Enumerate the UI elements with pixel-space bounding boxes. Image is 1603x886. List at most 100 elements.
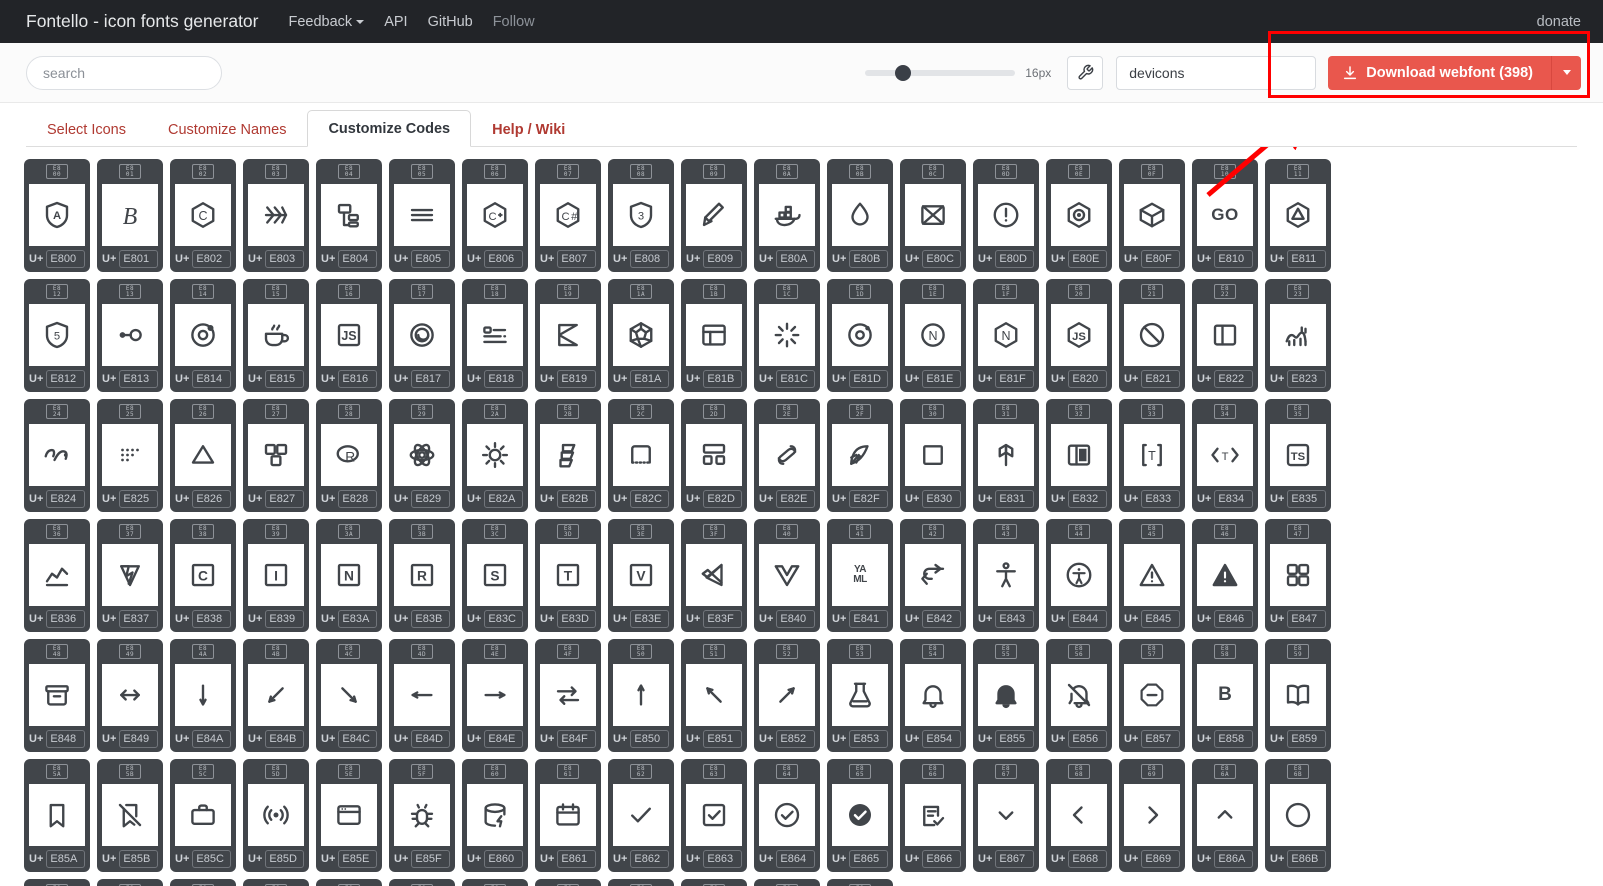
icon-tile[interactable]: E8 2F U+ [827,399,893,512]
icon-code-input[interactable] [995,730,1034,748]
icon-code-input[interactable] [265,850,304,868]
icon-code-input[interactable] [922,730,961,748]
icon-tile[interactable]: E86CU+ [24,879,90,886]
icon-tile[interactable]: E8 66 U+ [900,759,966,872]
icon-tile[interactable]: E8 3E V U+ [608,519,674,632]
font-name-input[interactable] [1116,55,1317,90]
icon-tile[interactable]: E8 50 U+ [608,639,674,752]
icon-code-input[interactable] [922,610,961,628]
icon-tile[interactable]: E8 3C S U+ [462,519,528,632]
icon-code-input[interactable] [849,370,888,388]
icon-code-input[interactable] [557,610,596,628]
icon-tile[interactable]: E872U+ [462,879,528,886]
icon-tile[interactable]: E8 2E U+ [754,399,820,512]
icon-tile[interactable]: E8 51 U+ [681,639,747,752]
icon-tile[interactable]: E8 54 U+ [900,639,966,752]
icon-tile[interactable]: E8 43 U+ [973,519,1039,632]
icon-code-input[interactable] [119,610,158,628]
icon-code-input[interactable] [411,370,450,388]
icon-code-input[interactable] [557,250,596,268]
icon-code-input[interactable] [338,250,377,268]
icon-tile[interactable]: E8 39 I U+ [243,519,309,632]
icon-code-input[interactable] [484,610,523,628]
icon-tile[interactable]: E8 59 U+ [1265,639,1331,752]
icon-code-input[interactable] [484,490,523,508]
icon-tile[interactable]: E8 1C U+ [754,279,820,392]
icon-code-input[interactable] [411,610,450,628]
icon-tile[interactable]: E8 08 3 U+ [608,159,674,272]
icon-tile[interactable]: E8 3B R U+ [389,519,455,632]
icon-code-input[interactable] [192,250,231,268]
icon-code-input[interactable] [995,370,1034,388]
icon-code-input[interactable] [703,370,742,388]
icon-code-input[interactable] [1214,370,1253,388]
icon-tile[interactable]: E871U+ [389,879,455,886]
icon-code-input[interactable] [338,370,377,388]
icon-tile[interactable]: E8 11 U+ [1265,159,1331,272]
icon-tile[interactable]: E8 25 U+ [97,399,163,512]
icon-tile[interactable]: E8 10 GO U+ [1192,159,1258,272]
icon-code-input[interactable] [995,850,1034,868]
icon-code-input[interactable] [1068,850,1107,868]
icon-code-input[interactable] [1214,610,1253,628]
icon-tile[interactable]: E8 4F U+ [535,639,601,752]
icon-tile[interactable]: E877U+ [827,879,893,886]
icon-tile[interactable]: E8 3F U+ [681,519,747,632]
icon-tile[interactable]: E8 57 U+ [1119,639,1185,752]
tab-customize-names[interactable]: Customize Names [147,111,307,147]
icon-code-input[interactable] [1141,250,1180,268]
icon-tile[interactable]: E8 03 U+ [243,159,309,272]
icon-tile[interactable]: E8 6B U+ [1265,759,1331,872]
icon-tile[interactable]: E86FU+ [243,879,309,886]
icon-code-input[interactable] [338,610,377,628]
icon-tile[interactable]: E8 1D U+ [827,279,893,392]
slider-knob[interactable] [895,64,912,81]
icon-tile[interactable]: E8 2A U+ [462,399,528,512]
icon-code-input[interactable] [1287,850,1326,868]
icon-code-input[interactable] [849,250,888,268]
icon-code-input[interactable] [1141,490,1180,508]
icon-code-input[interactable] [265,610,304,628]
icon-code-input[interactable] [1068,610,1107,628]
icon-tile[interactable]: E8 19 U+ [535,279,601,392]
icon-tile[interactable]: E8 61 U+ [535,759,601,872]
icon-tile[interactable]: E8 16 JS U+ [316,279,382,392]
icon-code-input[interactable] [849,490,888,508]
icon-tile[interactable]: E8 02 C U+ [170,159,236,272]
icon-code-input[interactable] [192,850,231,868]
icon-tile[interactable]: E8 69 U+ [1119,759,1185,872]
icon-tile[interactable]: E8 4D U+ [389,639,455,752]
icon-tile[interactable]: E8 01 B U+ [97,159,163,272]
icon-tile[interactable]: E8 24 U+ [24,399,90,512]
icon-code-input[interactable] [1214,250,1253,268]
search-input[interactable] [26,55,222,90]
icon-tile[interactable]: E8 3A N U+ [316,519,382,632]
icon-tile[interactable]: E8 04 U+ [316,159,382,272]
icon-tile[interactable]: E8 07 C # U+ [535,159,601,272]
icon-tile[interactable]: E875U+ [681,879,747,886]
icon-tile[interactable]: E8 30 U+ [900,399,966,512]
icon-tile[interactable]: E8 29 U+ [389,399,455,512]
nav-link-github[interactable]: GitHub [428,14,473,30]
icon-code-input[interactable] [922,850,961,868]
icon-tile[interactable]: E8 06 C U+ [462,159,528,272]
donate-link[interactable]: donate [1537,14,1581,30]
icon-tile[interactable]: E8 5D U+ [243,759,309,872]
icon-code-input[interactable] [46,610,85,628]
icon-tile[interactable]: E8 49 U+ [97,639,163,752]
icon-code-input[interactable] [703,850,742,868]
icon-code-input[interactable] [1141,370,1180,388]
icon-tile[interactable]: E8 23 U+ [1265,279,1331,392]
icon-tile[interactable]: E8 62 U+ [608,759,674,872]
icon-code-input[interactable] [630,850,669,868]
icon-code-input[interactable] [338,730,377,748]
icon-tile[interactable]: E8 13 U+ [97,279,163,392]
icon-tile[interactable]: E8 64 U+ [754,759,820,872]
icon-code-input[interactable] [265,490,304,508]
icon-code-input[interactable] [922,490,961,508]
icon-tile[interactable]: E8 1A U+ [608,279,674,392]
icon-tile[interactable]: E8 68 U+ [1046,759,1112,872]
icon-code-input[interactable] [703,250,742,268]
icon-code-input[interactable] [192,490,231,508]
icon-tile[interactable]: E8 52 U+ [754,639,820,752]
